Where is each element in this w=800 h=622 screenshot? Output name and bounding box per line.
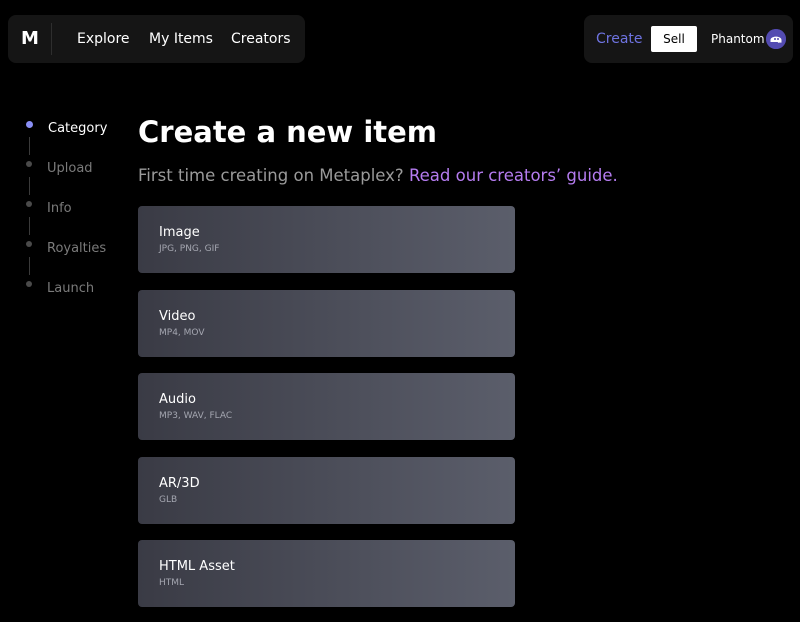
nav-link-explore[interactable]: Explore	[77, 30, 130, 48]
category-formats: HTML	[159, 578, 185, 588]
page-subtitle: First time creating on Metaplex? Read ou…	[138, 166, 618, 186]
create-link[interactable]: Create	[596, 30, 643, 48]
creators-guide-link[interactable]: Read our creators’ guide.	[409, 166, 618, 185]
page: M Explore My Items Creators Create Sell …	[0, 0, 800, 622]
nav-link-creators[interactable]: Creators	[231, 30, 291, 48]
main-nav: M Explore My Items Creators	[8, 15, 305, 63]
category-title: Image	[159, 225, 200, 240]
step-dot-info	[26, 201, 32, 207]
step-category[interactable]: Category	[48, 121, 107, 137]
phantom-wallet-icon[interactable]	[766, 29, 786, 49]
subtitle-text: First time creating on Metaplex?	[138, 166, 409, 185]
category-card-html-asset[interactable]: HTML Asset HTML	[138, 540, 515, 607]
category-title: AR/3D	[159, 476, 200, 491]
step-info[interactable]: Info	[47, 201, 72, 217]
step-connector	[29, 137, 30, 155]
step-dot-launch	[26, 281, 32, 287]
step-dot-royalties	[26, 241, 32, 247]
step-connector	[29, 257, 30, 275]
page-title: Create a new item	[138, 115, 438, 149]
metaplex-logo[interactable]: M	[21, 28, 39, 50]
category-card-video[interactable]: Video MP4, MOV	[138, 290, 515, 357]
step-connector	[29, 217, 30, 235]
category-card-audio[interactable]: Audio MP3, WAV, FLAC	[138, 373, 515, 440]
step-royalties[interactable]: Royalties	[47, 241, 106, 257]
step-connector	[29, 177, 30, 195]
category-card-ar-3d[interactable]: AR/3D GLB	[138, 457, 515, 524]
category-formats: GLB	[159, 495, 178, 505]
category-card-image[interactable]: Image JPG, PNG, GIF	[138, 206, 515, 273]
nav-divider	[51, 23, 52, 55]
category-title: HTML Asset	[159, 559, 235, 574]
category-formats: MP4, MOV	[159, 328, 205, 338]
category-formats: JPG, PNG, GIF	[159, 244, 220, 254]
category-title: Video	[159, 309, 196, 324]
nav-link-my-items[interactable]: My Items	[149, 30, 213, 48]
account-nav: Create Sell Phantom	[584, 15, 793, 63]
step-upload[interactable]: Upload	[47, 161, 93, 177]
sell-button[interactable]: Sell	[651, 26, 697, 52]
step-dot-upload	[26, 161, 32, 167]
category-title: Audio	[159, 392, 196, 407]
category-formats: MP3, WAV, FLAC	[159, 411, 233, 421]
step-launch[interactable]: Launch	[47, 281, 94, 297]
step-dot-category	[26, 121, 33, 128]
wallet-name[interactable]: Phantom	[711, 32, 765, 47]
